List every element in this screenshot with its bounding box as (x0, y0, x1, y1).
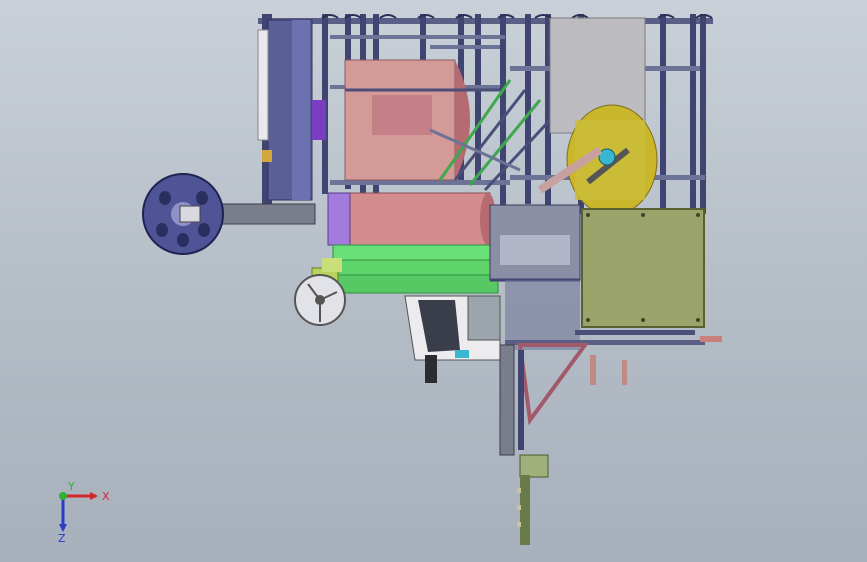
z-arrowhead-icon (59, 524, 67, 532)
x-arrowhead-icon (90, 492, 98, 500)
right-upper-housing (537, 17, 658, 216)
small-wheel (294, 274, 346, 326)
y-axis-label: Y (67, 482, 75, 493)
cad-viewport[interactable] (0, 0, 867, 562)
z-axis-label: Z (58, 532, 66, 544)
main-pink-drum (327, 192, 496, 246)
lower-arm (499, 343, 589, 545)
orientation-triad: X Y Z (58, 482, 110, 544)
lower-plate-unit (404, 295, 501, 383)
x-axis-label: X (102, 490, 110, 503)
left-column (257, 19, 326, 201)
olive-panel (581, 208, 705, 328)
middle-conveyor (489, 204, 581, 350)
y-axis-dot (59, 492, 67, 500)
